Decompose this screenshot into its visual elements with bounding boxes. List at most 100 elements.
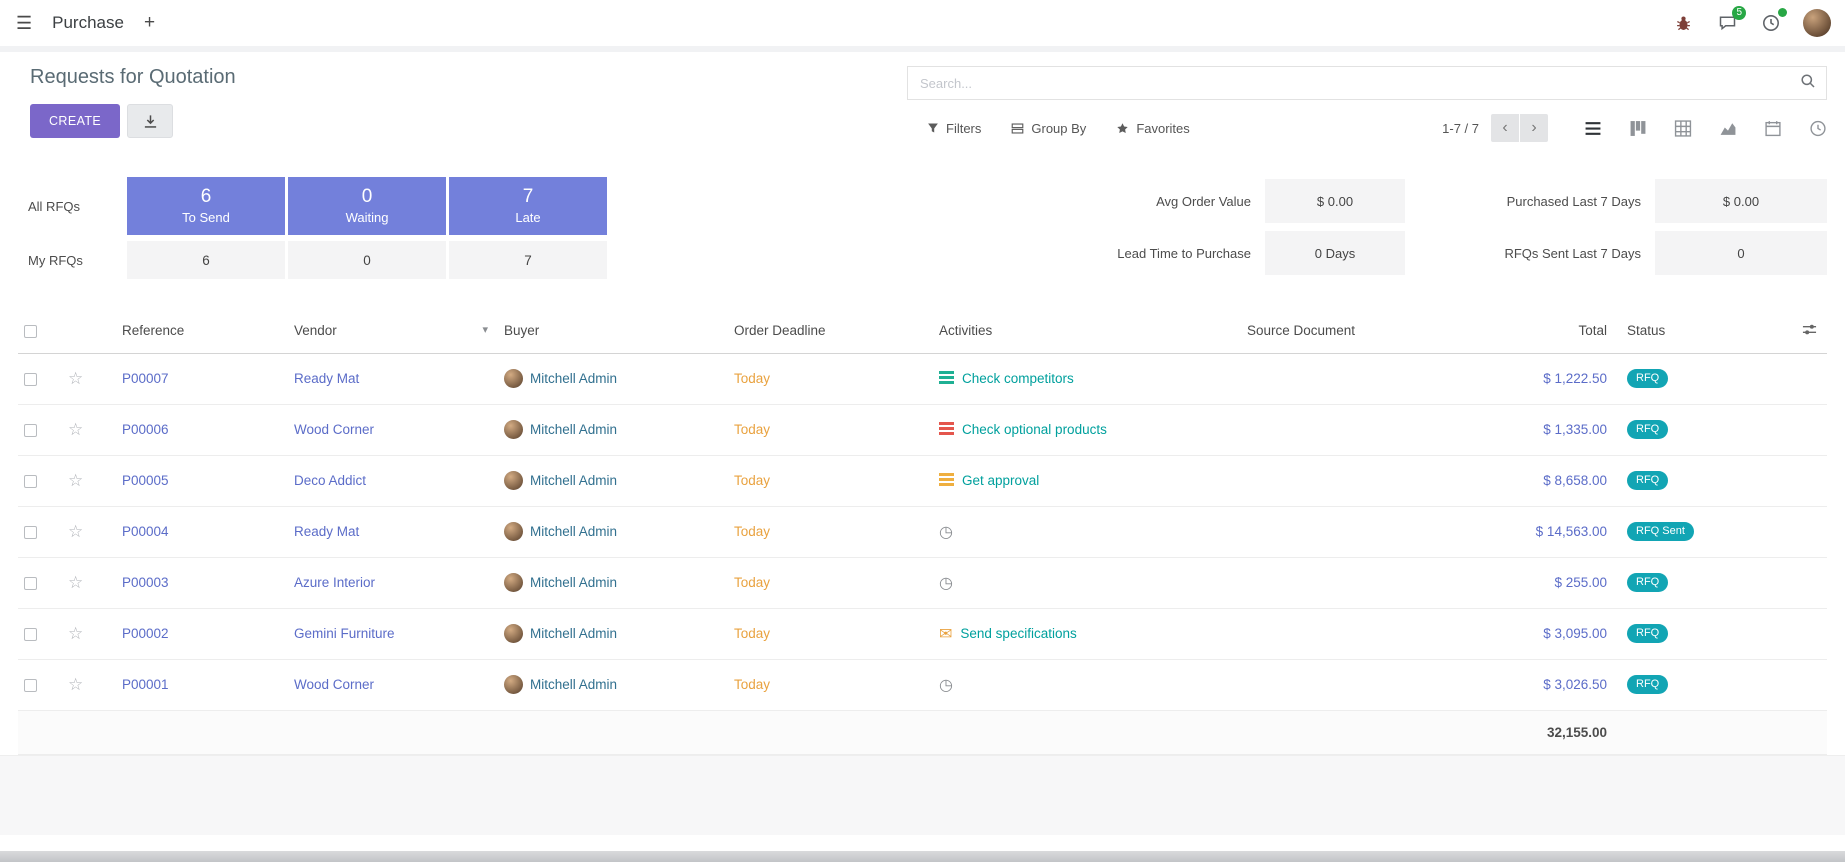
my-late-box[interactable]: 7 <box>449 241 607 279</box>
activity-clock-icon[interactable] <box>939 675 953 695</box>
table-row[interactable]: ☆ P00003 Azure Interior Mitchell Admin T… <box>18 557 1827 608</box>
buyer-link[interactable]: Mitchell Admin <box>530 371 617 386</box>
reference-link[interactable]: P00006 <box>122 422 169 437</box>
create-button[interactable]: CREATE <box>30 104 120 138</box>
favorite-star-icon[interactable]: ☆ <box>68 522 83 541</box>
lead-time-value: 0 Days <box>1265 231 1405 275</box>
status-badge: RFQ <box>1627 471 1668 490</box>
horizontal-scrollbar[interactable] <box>0 851 1845 862</box>
tile-to-send[interactable]: 6 To Send <box>127 177 285 235</box>
vendor-link[interactable]: Ready Mat <box>294 524 359 539</box>
my-waiting-box[interactable]: 0 <box>288 241 446 279</box>
waiting-label: Waiting <box>346 210 389 225</box>
debug-bug-icon[interactable] <box>1671 11 1695 35</box>
column-header-reference[interactable]: Reference <box>108 309 288 353</box>
select-all-checkbox[interactable] <box>24 325 37 338</box>
source-document-cell <box>1241 404 1431 455</box>
row-checkbox[interactable] <box>24 424 37 437</box>
reference-link[interactable]: P00007 <box>122 371 169 386</box>
search-icon[interactable] <box>1800 73 1816 94</box>
favorites-button[interactable]: Favorites <box>1116 121 1189 136</box>
buyer-link[interactable]: Mitchell Admin <box>530 524 617 539</box>
favorite-star-icon[interactable]: ☆ <box>68 471 83 490</box>
activities-clock-icon[interactable] <box>1759 11 1783 35</box>
table-row[interactable]: ☆ P00002 Gemini Furniture Mitchell Admin… <box>18 608 1827 659</box>
vendor-link[interactable]: Gemini Furniture <box>294 626 395 641</box>
export-download-button[interactable] <box>127 104 173 138</box>
activity-label[interactable]: Get approval <box>962 473 1039 488</box>
buyer-link[interactable]: Mitchell Admin <box>530 575 617 590</box>
favorite-star-icon[interactable]: ☆ <box>68 573 83 592</box>
favorite-star-icon[interactable]: ☆ <box>68 624 83 643</box>
buyer-link[interactable]: Mitchell Admin <box>530 422 617 437</box>
reference-link[interactable]: P00005 <box>122 473 169 488</box>
new-tab-plus-icon[interactable]: + <box>144 12 155 34</box>
apps-menu-icon[interactable]: ☰ <box>16 13 32 34</box>
vendor-link[interactable]: Deco Addict <box>294 473 366 488</box>
favorite-star-icon[interactable]: ☆ <box>68 420 83 439</box>
row-checkbox[interactable] <box>24 526 37 539</box>
reference-link[interactable]: P00003 <box>122 575 169 590</box>
column-header-source-document[interactable]: Source Document <box>1241 309 1431 353</box>
row-checkbox[interactable] <box>24 373 37 386</box>
reference-link[interactable]: P00002 <box>122 626 169 641</box>
row-checkbox[interactable] <box>24 679 37 692</box>
reference-link[interactable]: P00001 <box>122 677 169 692</box>
activity-view-button[interactable] <box>1809 120 1827 137</box>
activity-mail-icon[interactable] <box>939 624 952 644</box>
activity-label[interactable]: Send specifications <box>960 626 1076 641</box>
row-checkbox[interactable] <box>24 628 37 641</box>
vendor-link[interactable]: Ready Mat <box>294 371 359 386</box>
column-header-status[interactable]: Status <box>1621 309 1771 353</box>
order-deadline-value: Today <box>734 473 770 488</box>
pager-previous-button[interactable]: ‹ <box>1491 114 1519 142</box>
column-header-order-deadline[interactable]: Order Deadline <box>728 309 933 353</box>
row-checkbox[interactable] <box>24 577 37 590</box>
pager-next-button[interactable]: › <box>1520 114 1548 142</box>
search-bar[interactable] <box>907 66 1827 100</box>
search-input[interactable] <box>920 76 1800 91</box>
group-by-button[interactable]: Group By <box>1011 121 1086 136</box>
tile-waiting[interactable]: 0 Waiting <box>288 177 446 235</box>
pivot-view-button[interactable] <box>1674 120 1692 137</box>
vendor-link[interactable]: Wood Corner <box>294 677 374 692</box>
tile-late[interactable]: 7 Late <box>449 177 607 235</box>
table-row[interactable]: ☆ P00001 Wood Corner Mitchell Admin Toda… <box>18 659 1827 710</box>
list-view-button[interactable] <box>1584 120 1602 137</box>
buyer-link[interactable]: Mitchell Admin <box>530 473 617 488</box>
column-header-vendor[interactable]: Vendor▾ <box>288 309 498 353</box>
kanban-view-button[interactable] <box>1629 120 1647 137</box>
vendor-link[interactable]: Azure Interior <box>294 575 375 590</box>
favorite-star-icon[interactable]: ☆ <box>68 675 83 694</box>
graph-view-button[interactable] <box>1719 120 1737 137</box>
reference-link[interactable]: P00004 <box>122 524 169 539</box>
optional-columns-icon[interactable] <box>1802 325 1817 340</box>
table-row[interactable]: ☆ P00005 Deco Addict Mitchell Admin Toda… <box>18 455 1827 506</box>
activity-label[interactable]: Check competitors <box>962 371 1074 386</box>
calendar-view-button[interactable] <box>1764 120 1782 137</box>
column-header-activities[interactable]: Activities <box>933 309 1241 353</box>
activity-clock-icon[interactable] <box>939 522 953 542</box>
column-header-total[interactable]: Total <box>1431 309 1621 353</box>
user-avatar[interactable] <box>1803 9 1831 37</box>
table-row[interactable]: ☆ P00004 Ready Mat Mitchell Admin Today … <box>18 506 1827 557</box>
activity-label[interactable]: Check optional products <box>962 422 1107 437</box>
activity-list-icon[interactable] <box>939 473 954 486</box>
buyer-link[interactable]: Mitchell Admin <box>530 626 617 641</box>
activity-list-icon[interactable] <box>939 371 954 384</box>
messages-icon[interactable]: 5 <box>1715 11 1739 35</box>
my-to-send-box[interactable]: 6 <box>127 241 285 279</box>
app-name[interactable]: Purchase <box>52 13 124 33</box>
sort-caret-icon[interactable]: ▾ <box>482 323 488 336</box>
buyer-link[interactable]: Mitchell Admin <box>530 677 617 692</box>
activity-clock-icon[interactable] <box>939 573 953 593</box>
table-row[interactable]: ☆ P00006 Wood Corner Mitchell Admin Toda… <box>18 404 1827 455</box>
filters-button[interactable]: Filters <box>927 121 981 136</box>
column-header-buyer[interactable]: Buyer <box>498 309 728 353</box>
activity-list-icon[interactable] <box>939 422 954 435</box>
favorite-star-icon[interactable]: ☆ <box>68 369 83 388</box>
vendor-link[interactable]: Wood Corner <box>294 422 374 437</box>
table-row[interactable]: ☆ P00007 Ready Mat Mitchell Admin Today … <box>18 353 1827 404</box>
row-checkbox[interactable] <box>24 475 37 488</box>
page-title: Requests for Quotation <box>30 66 236 89</box>
